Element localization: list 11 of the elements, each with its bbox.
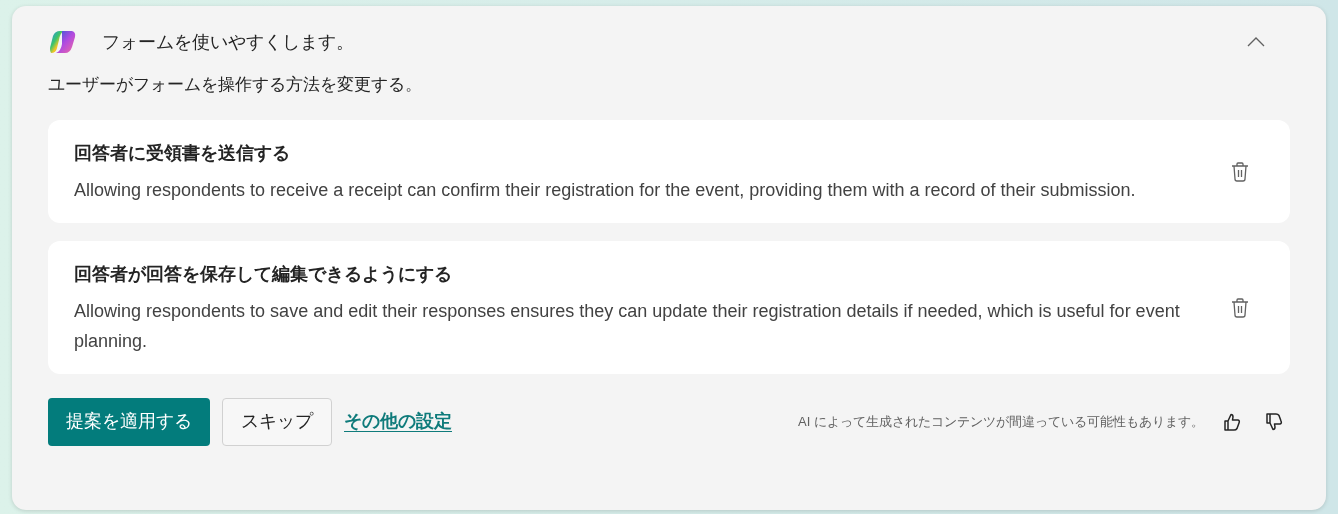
suggestion-description: Allowing respondents to save and edit their responses ensures they can update their registration details if needed, which is useful for event planning. (74, 299, 1181, 353)
suggestion-title: 回答者に受領書を送信する (74, 141, 291, 165)
suggestion-description: Allowing respondents to receive a receipt can confirm their registration for the event, providing them with a record of their submission. (74, 178, 1137, 202)
more-settings-link[interactable]: その他の設定 (344, 408, 452, 435)
ai-disclaimer: AI によって生成されたコンテンツが間違っている可能性もあります。 (798, 412, 1204, 431)
skip-button[interactable]: スキップ (222, 397, 332, 446)
sparkle-logo-icon (48, 28, 78, 56)
apply-button[interactable]: 提案を適用する (48, 397, 210, 446)
panel-title: フォームを使いやすくします。 (102, 30, 354, 54)
panel-subtitle: ユーザーがフォームを操作する方法を変更する。 (48, 74, 423, 96)
suggestion-title: 回答者が回答を保存して編集できるようにする (74, 262, 453, 286)
